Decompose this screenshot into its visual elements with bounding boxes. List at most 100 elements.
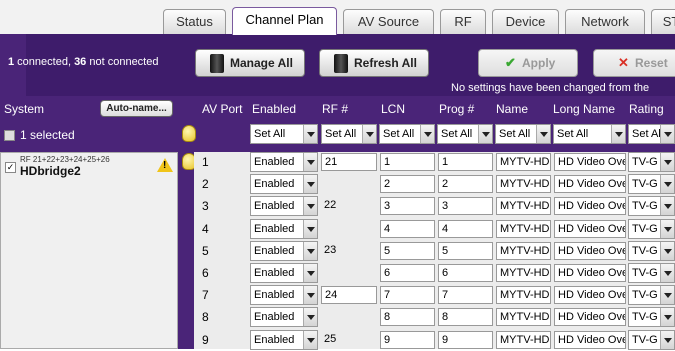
prog-input[interactable]: 1: [438, 153, 493, 171]
rf-input[interactable]: 24: [321, 286, 377, 305]
enabled-select[interactable]: Enabled: [250, 152, 318, 172]
chevron-down-icon: [660, 125, 674, 143]
prog-input[interactable]: 4: [438, 219, 493, 238]
name-input[interactable]: MYTV-HD: [496, 241, 551, 260]
tab-device[interactable]: Device: [492, 9, 559, 34]
lcn-input[interactable]: 9: [380, 330, 435, 349]
long-name-input[interactable]: HD Video Ove: [554, 330, 626, 349]
tab-av-source[interactable]: AV Source: [343, 9, 434, 34]
apply-button[interactable]: ✔ Apply: [478, 49, 578, 77]
name-input[interactable]: MYTV-HD: [496, 330, 551, 349]
table-header: System Auto-name... AV Port Enabled RF #…: [0, 96, 675, 121]
enabled-select[interactable]: Enabled: [250, 196, 318, 217]
tab-bar: Status Channel Plan AV Source RF Device …: [0, 0, 675, 35]
no-changes-message: No settings have been changed from the: [451, 82, 650, 94]
tab-channel-plan[interactable]: Channel Plan: [232, 7, 337, 35]
device-entry[interactable]: ✓ RF 21+22+23+24+25+26 HDbridge2: [0, 152, 178, 349]
lightbulb-icon[interactable]: [182, 125, 196, 142]
prog-input[interactable]: 8: [438, 308, 493, 327]
long-name-input[interactable]: HD Video Ove: [554, 308, 626, 327]
set-all-rf[interactable]: Set All: [321, 124, 377, 144]
tab-status[interactable]: Status: [163, 9, 226, 34]
chevron-down-icon: [611, 125, 625, 143]
rating-select[interactable]: TV-G: [628, 240, 675, 261]
prog-input[interactable]: 3: [438, 197, 493, 216]
manage-all-button[interactable]: Manage All: [195, 49, 305, 77]
rating-select[interactable]: TV-G: [628, 152, 675, 172]
header-long-name: Long Name: [553, 102, 616, 116]
header-av-port: AV Port: [202, 102, 243, 116]
enabled-select[interactable]: Enabled: [250, 240, 318, 261]
reset-button[interactable]: ✕ Reset: [593, 49, 675, 77]
enabled-select[interactable]: Enabled: [250, 218, 318, 239]
lcn-input[interactable]: 5: [380, 241, 435, 260]
device-checkbox[interactable]: ✓: [5, 162, 16, 173]
lcn-input[interactable]: 7: [380, 286, 435, 305]
rating-select[interactable]: TV-G: [628, 218, 675, 239]
lcn-input[interactable]: 2: [380, 175, 435, 194]
av-port: 8: [202, 310, 209, 325]
rating-select[interactable]: TV-G: [628, 174, 675, 195]
prog-input[interactable]: 2: [438, 175, 493, 194]
chevron-down-icon: [303, 330, 317, 349]
chevron-down-icon: [660, 264, 674, 282]
rating-select[interactable]: TV-G: [628, 196, 675, 217]
long-name-input[interactable]: HD Video Ove: [554, 197, 626, 216]
long-name-input[interactable]: HD Video Ove: [554, 219, 626, 238]
set-all-long-name[interactable]: Set All: [553, 124, 626, 144]
chevron-down-icon: [660, 308, 674, 327]
rating-select[interactable]: TV-G: [628, 329, 675, 350]
header-lcn: LCN: [381, 102, 406, 116]
enabled-select[interactable]: Enabled: [250, 329, 318, 350]
lcn-input[interactable]: 4: [380, 219, 435, 238]
set-all-rating[interactable]: Set All: [628, 124, 675, 144]
chevron-down-icon: [303, 308, 317, 327]
warning-icon[interactable]: [157, 158, 173, 172]
set-all-row: 1 selected Set All Set All Set All Set A…: [0, 121, 675, 148]
lcn-input[interactable]: 8: [380, 308, 435, 327]
auto-name-button[interactable]: Auto-name...: [100, 100, 173, 117]
table-row: 3 Enabled 22 3 3 MYTV-HD HD Video Ove TV-G: [194, 195, 675, 217]
name-input[interactable]: MYTV-HD: [496, 175, 551, 194]
enabled-select[interactable]: Enabled: [250, 285, 318, 306]
name-input[interactable]: MYTV-HD: [496, 264, 551, 282]
prog-input[interactable]: 9: [438, 330, 493, 349]
set-all-lcn[interactable]: Set All: [379, 124, 435, 144]
chevron-down-icon: [303, 125, 317, 143]
rating-select[interactable]: TV-G: [628, 263, 675, 283]
prog-input[interactable]: 7: [438, 286, 493, 305]
long-name-input[interactable]: HD Video Ove: [554, 241, 626, 260]
enabled-select[interactable]: Enabled: [250, 307, 318, 328]
tab-network[interactable]: Network: [565, 9, 645, 34]
chevron-down-icon: [660, 219, 674, 238]
enabled-select[interactable]: Enabled: [250, 263, 318, 283]
long-name-input[interactable]: HD Video Ove: [554, 264, 626, 282]
tab-st[interactable]: ST: [651, 9, 675, 34]
name-input[interactable]: MYTV-HD: [496, 153, 551, 171]
set-all-enabled[interactable]: Set All: [250, 124, 318, 144]
enabled-select[interactable]: Enabled: [250, 174, 318, 195]
rating-select[interactable]: TV-G: [628, 285, 675, 306]
set-all-prog[interactable]: Set All: [437, 124, 493, 144]
long-name-input[interactable]: HD Video Ove: [554, 153, 626, 171]
av-port: 7: [202, 288, 209, 303]
name-input[interactable]: MYTV-HD: [496, 308, 551, 327]
refresh-all-button[interactable]: Refresh All: [319, 49, 429, 77]
device-icon: [210, 54, 224, 73]
long-name-input[interactable]: HD Video Ove: [554, 286, 626, 305]
rf-input[interactable]: 21: [321, 153, 377, 171]
name-input[interactable]: MYTV-HD: [496, 197, 551, 216]
prog-input[interactable]: 5: [438, 241, 493, 260]
lcn-input[interactable]: 3: [380, 197, 435, 216]
tab-rf[interactable]: RF: [440, 9, 486, 34]
name-input[interactable]: MYTV-HD: [496, 286, 551, 305]
lcn-input[interactable]: 1: [380, 153, 435, 171]
long-name-input[interactable]: HD Video Ove: [554, 175, 626, 194]
device-rf-list: RF 21+22+23+24+25+26: [20, 155, 110, 164]
prog-input[interactable]: 6: [438, 264, 493, 282]
lcn-input[interactable]: 6: [380, 264, 435, 282]
set-all-name[interactable]: Set All: [495, 124, 551, 144]
rating-select[interactable]: TV-G: [628, 307, 675, 328]
select-all-checkbox[interactable]: [4, 130, 15, 141]
name-input[interactable]: MYTV-HD: [496, 219, 551, 238]
